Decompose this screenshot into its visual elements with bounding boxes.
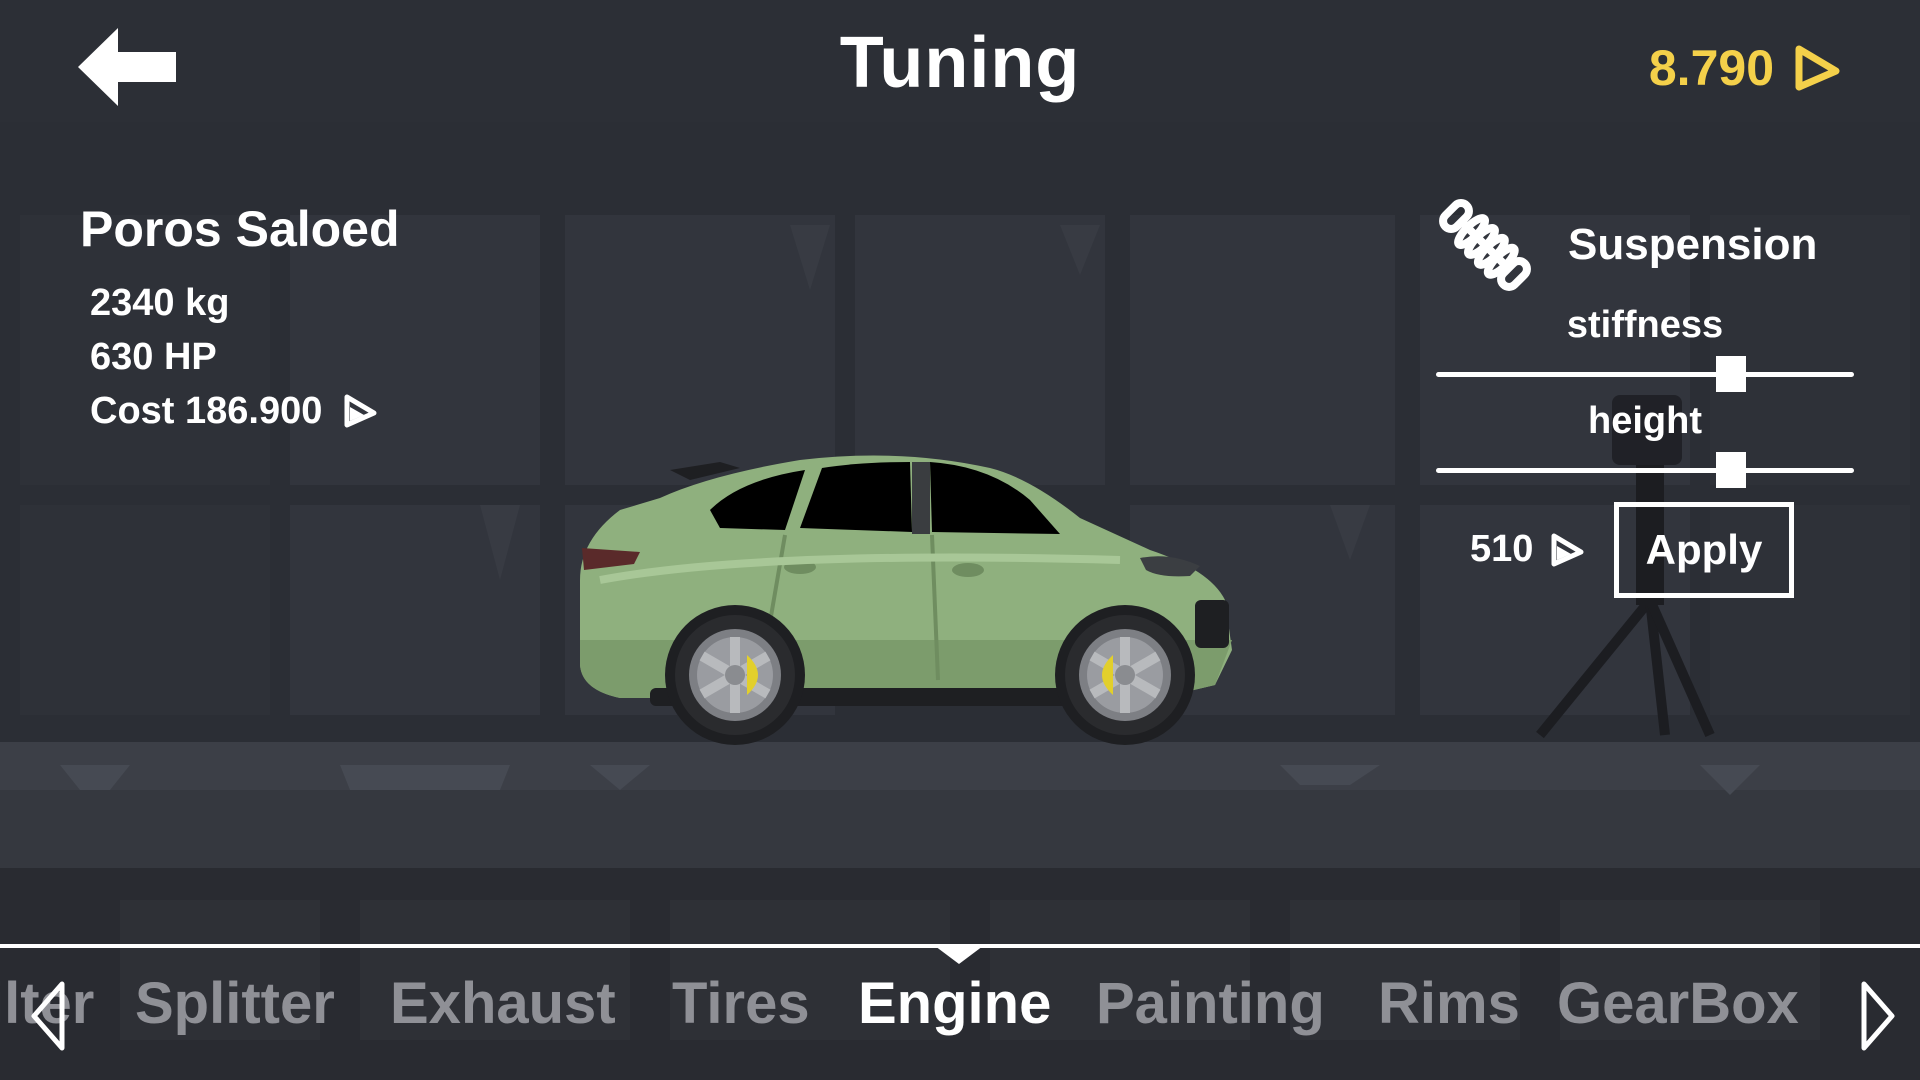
triangle-coin-icon [344, 394, 377, 428]
car-power: 630 HP [90, 336, 217, 378]
triangle-coin-icon [1551, 533, 1584, 566]
upgrade-price: 510 [1470, 528, 1585, 571]
apply-row: 510 Apply [1430, 502, 1860, 598]
slider-track [1436, 372, 1854, 377]
chevron-left-icon[interactable] [28, 980, 68, 1052]
car-illustration [580, 455, 1232, 745]
category-tabs: ilter Splitter Exhaust Tires Engine Pain… [0, 970, 1920, 1060]
currency-amount: 8.790 [1648, 40, 1774, 96]
chevron-right-icon[interactable] [1858, 980, 1898, 1052]
slider-track [1436, 468, 1854, 473]
car-info-panel: Poros Saloed 2340 kg 630 HP Cost 186.900 [80, 200, 400, 438]
car-cost-label: Cost 186.900 [90, 390, 323, 432]
suspension-header: Suspension [1430, 190, 1860, 300]
car-name: Poros Saloed [80, 201, 400, 257]
tab-tires[interactable]: Tires [672, 970, 810, 1037]
height-label: height [1588, 400, 1702, 442]
upgrade-price-value: 510 [1470, 528, 1534, 570]
triangle-coin-icon [1795, 45, 1840, 91]
active-tab-indicator [935, 946, 983, 964]
height-slider[interactable] [1430, 448, 1860, 492]
tab-engine[interactable]: Engine [858, 970, 1051, 1037]
tab-painting[interactable]: Painting [1096, 970, 1325, 1037]
page-title: Tuning [839, 23, 1081, 103]
suspension-title: Suspension [1568, 220, 1818, 269]
stiffness-slider[interactable] [1430, 352, 1860, 396]
suspension-panel: Suspension stiffness height 510 Apply [1430, 190, 1860, 598]
tab-exhaust[interactable]: Exhaust [390, 970, 616, 1037]
car-weight: 2340 kg [90, 282, 230, 324]
slider-thumb[interactable] [1716, 452, 1746, 488]
tab-splitter[interactable]: Splitter [135, 970, 335, 1037]
suspension-spring-icon [1439, 199, 1531, 291]
tab-gearbox[interactable]: GearBox [1557, 970, 1799, 1037]
currency-display: 8.790 [1649, 36, 1840, 100]
apply-button[interactable]: Apply [1614, 502, 1794, 598]
tab-rims[interactable]: Rims [1378, 970, 1520, 1037]
stiffness-label: stiffness [1566, 304, 1724, 346]
slider-thumb[interactable] [1716, 356, 1746, 392]
car-cost: Cost 186.900 [90, 384, 400, 438]
